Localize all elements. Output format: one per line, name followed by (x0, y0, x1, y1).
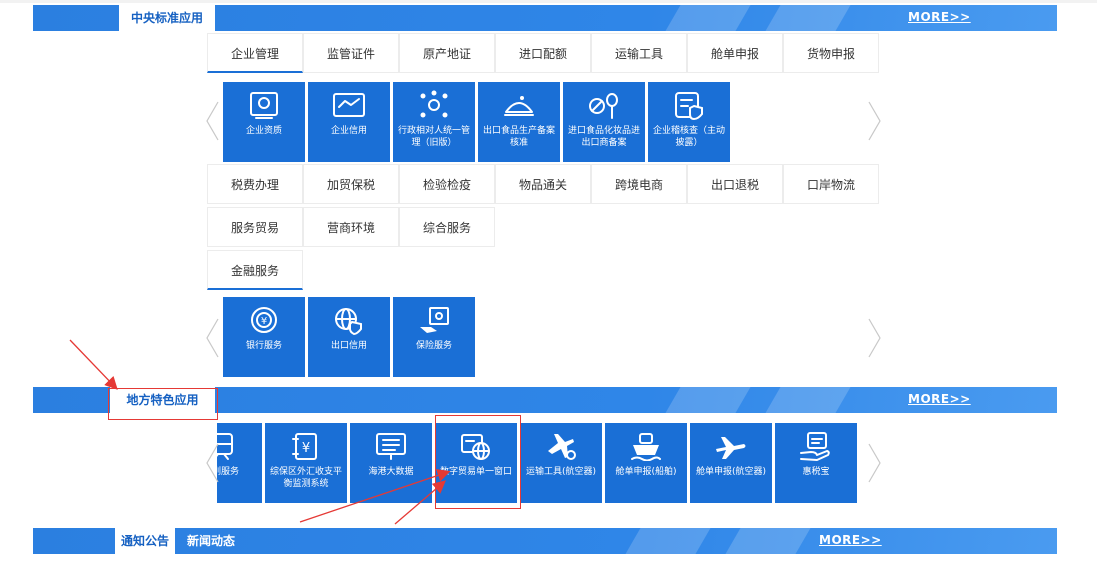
annotation-arrows (69, 339, 451, 525)
